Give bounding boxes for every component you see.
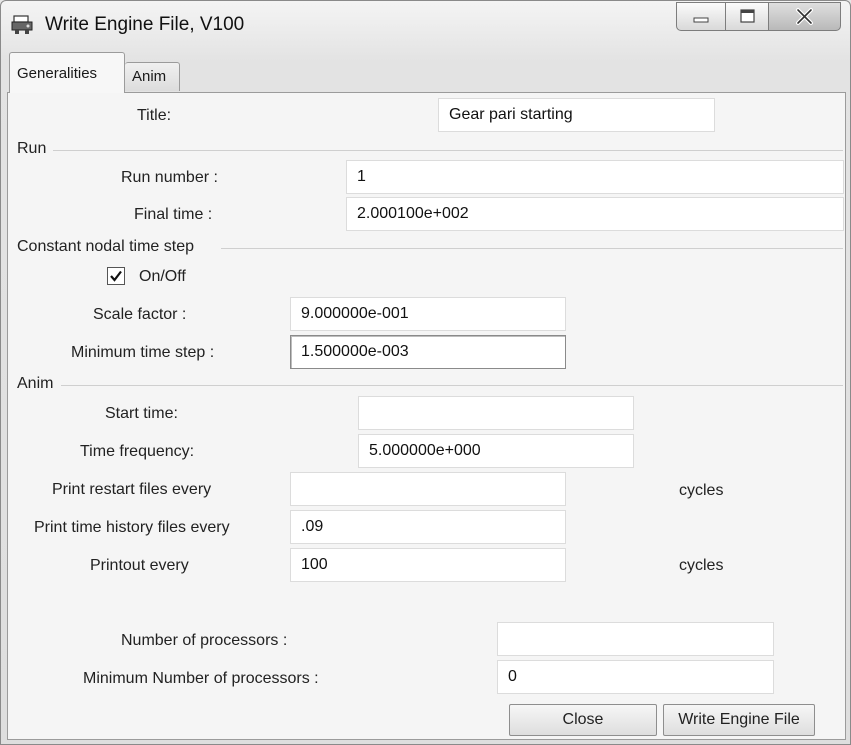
run-number-input[interactable]: [346, 160, 844, 194]
dialog-window: Write Engine File, V100 Generalities Ani…: [0, 0, 851, 745]
close-window-button[interactable]: [768, 2, 841, 31]
restore-icon: [740, 9, 755, 23]
min-processors-label: Minimum Number of processors :: [83, 670, 319, 687]
min-time-step-label: Minimum time step :: [71, 344, 215, 361]
title-label: Title:: [137, 107, 172, 124]
maximize-button[interactable]: [725, 2, 769, 31]
anim-section-divider: [61, 385, 843, 386]
write-engine-file-button[interactable]: Write Engine File: [663, 704, 815, 736]
checkmark-icon: [110, 270, 122, 282]
onoff-label: On/Off: [139, 268, 186, 285]
time-frequency-input[interactable]: [358, 434, 634, 468]
start-time-input[interactable]: [358, 396, 634, 430]
timestep-section-divider: [221, 248, 843, 249]
printout-label: Printout every: [90, 557, 189, 574]
anim-section-title: Anim: [17, 375, 54, 392]
num-processors-label: Number of processors :: [121, 632, 288, 649]
printout-unit: cycles: [679, 557, 724, 574]
title-input[interactable]: [438, 98, 715, 132]
scale-factor-label: Scale factor :: [93, 306, 187, 323]
num-processors-input[interactable]: [497, 622, 774, 656]
onoff-checkbox[interactable]: [107, 267, 125, 285]
print-history-input[interactable]: [290, 510, 566, 544]
tab-anim[interactable]: Anim: [125, 62, 180, 91]
window-title: Write Engine File, V100: [45, 14, 245, 35]
close-icon: [796, 8, 813, 25]
print-history-label: Print time history files every: [34, 519, 230, 536]
run-section-divider: [53, 150, 843, 151]
printout-input[interactable]: [290, 548, 566, 582]
run-section-title: Run: [17, 140, 47, 157]
scale-factor-input[interactable]: [290, 297, 566, 331]
start-time-label: Start time:: [105, 405, 178, 422]
final-time-label: Final time :: [134, 206, 213, 223]
close-button[interactable]: Close: [509, 704, 657, 736]
final-time-input[interactable]: [346, 197, 844, 231]
timestep-section-title: Constant nodal time step: [17, 238, 194, 255]
engine-file-icon: [11, 15, 33, 34]
minimize-button[interactable]: [676, 2, 726, 31]
min-time-step-input[interactable]: [290, 335, 566, 369]
print-restart-label: Print restart files every: [52, 481, 212, 498]
min-processors-input[interactable]: [497, 660, 774, 694]
tab-generalities[interactable]: Generalities: [9, 52, 125, 93]
minimize-icon: [693, 17, 709, 23]
run-number-label: Run number :: [121, 169, 218, 186]
tab-strip: Generalities Anim: [1, 52, 850, 93]
print-restart-unit: cycles: [679, 482, 724, 499]
print-restart-input[interactable]: [290, 472, 566, 506]
time-frequency-label: Time frequency:: [80, 443, 195, 460]
title-bar[interactable]: Write Engine File, V100: [1, 1, 850, 47]
